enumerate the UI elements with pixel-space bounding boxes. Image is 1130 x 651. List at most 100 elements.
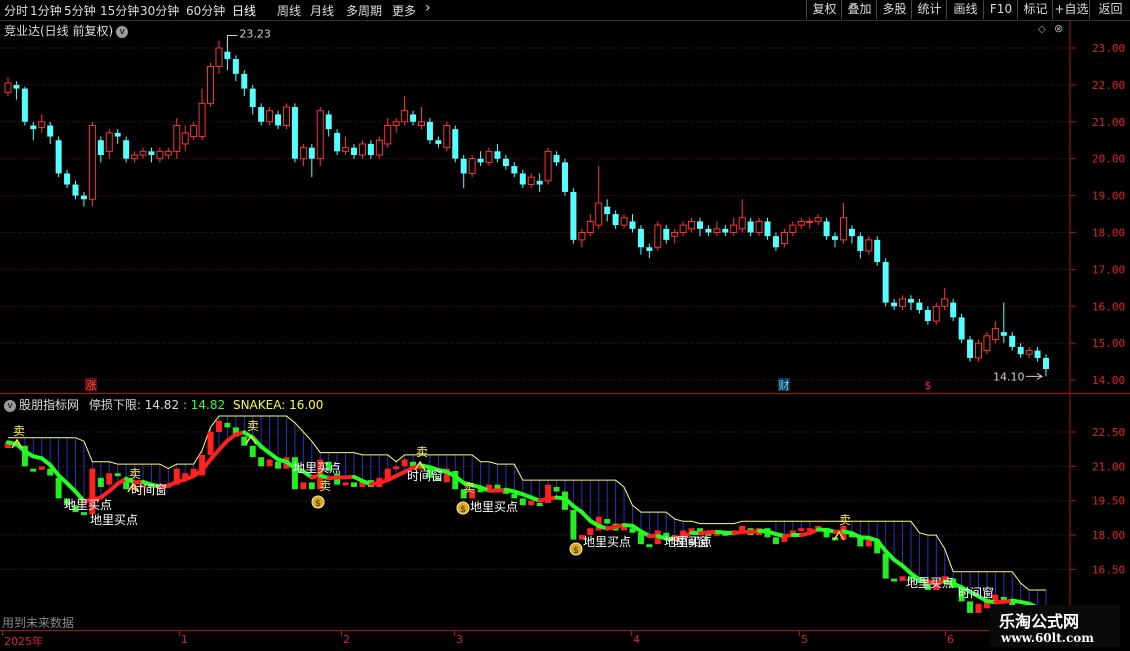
candle [81,192,87,207]
sell-signal-label: 卖 [463,481,475,495]
indicator-block [309,482,315,489]
candle [326,111,332,137]
candle [115,129,121,144]
candle [469,155,475,177]
toolbar-button-1[interactable]: 叠加 [841,0,877,19]
candle [739,199,745,232]
toolbar-button-8[interactable]: 返回 [1089,0,1130,19]
toolbar-button-7[interactable]: +自选 [1052,0,1090,19]
candle [857,233,863,259]
indicator-block [402,459,408,466]
price-axis-label: 19.00 [1092,190,1125,203]
toolbar-button-4[interactable]: 画线 [946,0,984,19]
coin-icon: $ [457,502,469,515]
indicator-axis-label: 16.50 [1092,563,1125,576]
candle [511,162,517,177]
price-axis-label: 18.00 [1092,227,1125,240]
candle [562,159,568,196]
time-window-label: 时间窗 [958,586,994,600]
svg-text:$: $ [573,546,579,556]
candle [300,144,306,166]
indicator-block [115,473,121,476]
period-tab-0[interactable]: 分时 [4,2,28,19]
period-tab-4[interactable]: 30分钟 [140,2,179,19]
candle [486,148,492,166]
candle [359,140,365,158]
toolbar-button-3[interactable]: 统计 [911,0,947,19]
candle [1009,332,1015,350]
indicator-block [975,604,981,613]
event-marker[interactable]: $ [925,379,932,392]
indicator-block [39,466,45,469]
event-marker[interactable]: 财 [779,378,790,392]
candle [140,148,146,159]
candle [731,218,737,236]
low-price-label: 14.10 [993,370,1025,383]
buy-point-label: 地里买点 [470,500,518,514]
high-price-label: 23.23 [239,28,270,41]
toolbar-button-0[interactable]: 复权 [806,0,842,19]
candle [773,233,779,251]
date-label: 2 [343,633,350,646]
period-tab-9[interactable]: 多周期 [346,2,382,19]
candlestick-chart[interactable]: 23.0022.0021.0020.0019.0018.0017.0016.00… [0,20,1130,393]
candle [722,225,728,236]
period-tab-7[interactable]: 周线 [277,2,301,19]
future-data-note: 用到未来数据 [2,614,74,631]
period-tab-8[interactable]: 月线 [310,2,334,19]
candle [900,295,906,310]
toolbar-button-2[interactable]: 多股 [876,0,912,19]
candle [1018,343,1024,358]
indicator-block [351,482,357,487]
candle [64,170,70,188]
indicator-chart[interactable]: 22.5021.0019.5018.0016.50卖卖卖卖卖卖卖地里买点地里买点… [0,394,1130,630]
period-tab-5[interactable]: 60分钟 [186,2,225,19]
sell-signal-label: 卖 [416,445,428,459]
period-tab-1[interactable]: 1分钟 [30,2,62,19]
candle [208,63,214,107]
toolbar-button-6[interactable]: 标记 [1017,0,1053,19]
indicator-block [866,540,872,547]
indicator-block [798,528,804,531]
candle [849,225,855,243]
candle [975,340,981,362]
candle [233,55,239,81]
indicator-block [343,482,349,485]
candle [596,166,602,229]
toolbar-button-5[interactable]: F10 [983,0,1018,19]
buy-point-label: 地里买点 [583,535,631,549]
indicator-block [216,421,222,432]
candle [1026,347,1032,358]
candle [646,244,652,259]
candle [781,229,787,247]
buy-point-label: 地里买点 [293,461,341,475]
candle [959,314,965,344]
candle [545,148,551,185]
coin-icon: $ [570,543,582,556]
candle [697,218,703,236]
period-tab-3[interactable]: 15分钟 [100,2,139,19]
period-tab-6[interactable]: 日线 [232,2,256,19]
period-tab-2[interactable]: 5分钟 [64,2,96,19]
candle [748,218,754,236]
candle [756,218,762,236]
candle [672,229,678,244]
indicator-block [883,553,889,578]
indicator-block [241,437,247,446]
more-arrow-icon[interactable]: › [425,0,431,16]
svg-text:$: $ [315,499,321,509]
sell-signal-label: 卖 [13,424,25,438]
candle [832,233,838,248]
candle [950,299,956,321]
candle [714,221,720,236]
date-tick [631,631,632,636]
candle [604,199,610,221]
event-marker[interactable]: 涨 [86,379,97,392]
indicator-block [300,482,306,489]
candle [89,122,95,207]
period-tab-10[interactable]: 更多 [392,2,416,19]
candle [317,107,323,166]
candle [148,148,154,163]
buy-point-label: 地里买点 [90,513,138,527]
indicator-block [30,469,36,472]
